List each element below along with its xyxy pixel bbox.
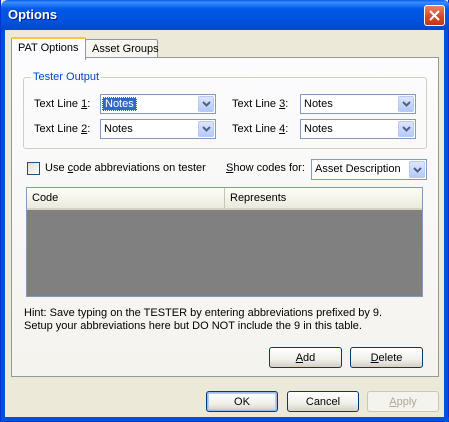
- close-icon: [429, 10, 440, 21]
- button-label: Apply: [389, 395, 417, 408]
- text-line-1-dropdown[interactable]: Notes: [100, 94, 216, 114]
- tester-output-group: Tester Output Text Line 1: Notes Text Li…: [23, 71, 427, 149]
- table-header: Code Represents: [27, 188, 422, 210]
- chevron-down-icon: [412, 166, 422, 173]
- button-label: Cancel: [305, 395, 341, 408]
- dropdown-value: Notes: [104, 123, 133, 135]
- use-abbreviations-checkbox[interactable]: [27, 162, 40, 175]
- dropdown-arrow-button[interactable]: [198, 96, 214, 112]
- dropdown-arrow-button[interactable]: [409, 161, 425, 178]
- show-codes-label: Show codes for:: [226, 162, 305, 174]
- text-line-3-dropdown[interactable]: Notes: [300, 94, 416, 114]
- group-legend: Tester Output: [31, 71, 102, 83]
- hint-text: Hint: Save typing on the TESTER by enter…: [24, 307, 382, 333]
- window-title: Options: [8, 7, 58, 22]
- dropdown-value: Notes: [304, 123, 333, 135]
- delete-button[interactable]: Delete: [350, 347, 423, 368]
- apply-button[interactable]: Apply: [367, 391, 439, 412]
- close-button[interactable]: [424, 5, 445, 26]
- use-abbreviations-label[interactable]: Use code abbreviations on tester: [45, 162, 206, 174]
- chevron-down-icon: [401, 101, 411, 107]
- tab-pat-options[interactable]: PAT Options: [11, 37, 86, 60]
- tab-label: PAT Options: [18, 42, 79, 54]
- button-label: OK: [234, 395, 250, 408]
- dropdown-value: Notes: [102, 97, 137, 111]
- hint-line-2: Setup your abbreviations here but DO NOT…: [24, 320, 362, 332]
- tab-asset-groups[interactable]: Asset Groups: [85, 39, 159, 58]
- title-bar[interactable]: Options: [1, 0, 449, 30]
- options-dialog: Options PAT Options Asset Groups Tester …: [0, 0, 449, 422]
- button-label: Delete: [370, 351, 403, 364]
- text-line-1-label: Text Line 1:: [34, 98, 91, 110]
- text-line-3-label: Text Line 3:: [232, 98, 289, 110]
- cancel-button[interactable]: Cancel: [287, 391, 359, 412]
- ok-button[interactable]: OK: [206, 391, 278, 412]
- text-line-4-dropdown[interactable]: Notes: [300, 119, 416, 139]
- tab-panel-pat-options: Tester Output Text Line 1: Notes Text Li…: [11, 57, 439, 377]
- text-line-2-dropdown[interactable]: Notes: [100, 119, 216, 139]
- column-header-code[interactable]: Code: [27, 188, 225, 208]
- add-button[interactable]: Add: [269, 347, 342, 368]
- dropdown-value: Asset Description: [315, 163, 401, 175]
- dropdown-arrow-button[interactable]: [398, 96, 414, 112]
- text-line-4-label: Text Line 4:: [232, 123, 289, 135]
- window-frame-left: [1, 30, 5, 422]
- dropdown-arrow-button[interactable]: [398, 121, 414, 137]
- chevron-down-icon: [201, 126, 211, 132]
- hint-line-1: Hint: Save typing on the TESTER by enter…: [24, 307, 383, 319]
- column-header-represents[interactable]: Represents: [225, 188, 422, 208]
- window-frame-right: [444, 30, 448, 422]
- dropdown-arrow-button[interactable]: [198, 121, 214, 137]
- codes-table[interactable]: Code Represents: [26, 187, 423, 297]
- button-label: Add: [295, 351, 316, 364]
- tab-label: Asset Groups: [92, 43, 159, 55]
- show-codes-dropdown[interactable]: Asset Description: [311, 159, 427, 180]
- text-line-2-label: Text Line 2:: [34, 123, 91, 135]
- window-frame-bottom: [1, 417, 449, 421]
- chevron-down-icon: [201, 101, 211, 107]
- dropdown-value: Notes: [304, 98, 333, 110]
- chevron-down-icon: [401, 126, 411, 132]
